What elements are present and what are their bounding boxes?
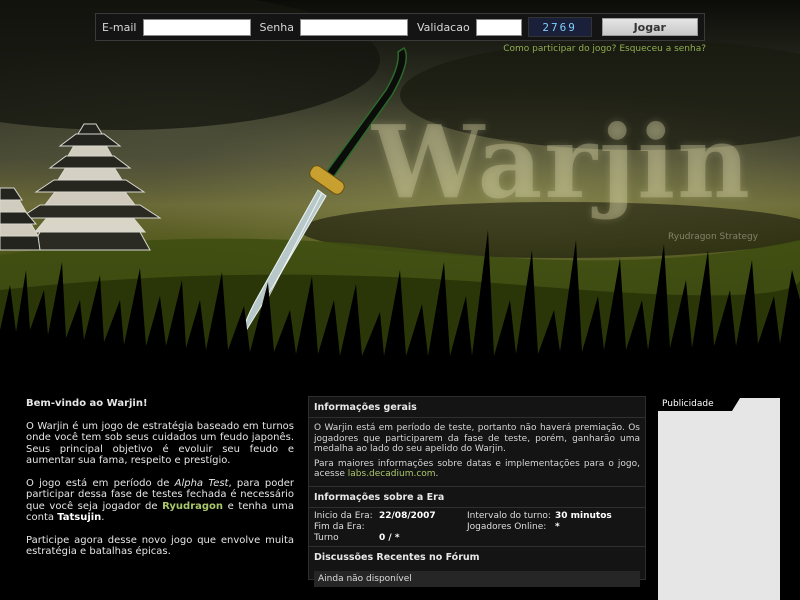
era-start-label: Inicio da Era: (314, 510, 373, 521)
general-info-paragraph-2: Para maiores informações sobre datas e i… (314, 458, 640, 480)
info-panel: Informações gerais O Warjin está em perí… (308, 396, 646, 587)
validation-label: Validacao (416, 20, 470, 34)
era-end-label: Fim da Era: (314, 521, 365, 532)
validation-input[interactable] (475, 18, 522, 36)
password-input[interactable] (299, 18, 408, 36)
hero-banner: Warjin Ryudragon Strategy (0, 0, 800, 395)
general-info-title: Informações gerais (309, 397, 645, 418)
captcha-image: 2769 (527, 17, 592, 37)
forum-empty-message: Ainda não disponível (314, 570, 640, 587)
labs-link[interactable]: labs.decadium.com (348, 469, 436, 479)
forgot-password-link[interactable]: Esqueceu a senha? (619, 44, 706, 54)
password-label: Senha (259, 20, 294, 34)
welcome-section: Bem-vindo ao Warjin! O Warjin é um jogo … (26, 398, 294, 569)
turn-interval-label: Intervalo do turno: (467, 510, 551, 521)
turn-interval-value: 30 minutos (555, 510, 612, 521)
banner-tagline: Ryudragon Strategy (668, 232, 759, 242)
welcome-paragraph-1: O Warjin é um jogo de estratégia baseado… (26, 420, 294, 467)
email-input[interactable] (142, 18, 251, 36)
help-links: Como participar do jogo? Esqueceu a senh… (503, 44, 706, 54)
forum-title: Discussões Recentes no Fórum (314, 551, 480, 563)
email-label: E-mail (102, 20, 137, 34)
castle-illustration (0, 123, 162, 251)
general-info-paragraph-1: O Warjin está em período de teste, porta… (314, 423, 640, 454)
era-info-grid: Inicio da Era: 22/08/2007 Intervalo do t… (309, 508, 645, 547)
advertisement-tab-edge (732, 398, 740, 411)
ryudragon-text: Ryudragon (162, 500, 224, 512)
advertisement-box: Publicidade (658, 398, 780, 600)
welcome-paragraph-2: O jogo está em período de Alpha Test, pa… (26, 477, 294, 524)
warjin-logo: Warjin (372, 103, 752, 221)
turn-label: Turno (314, 532, 339, 543)
tatsujin-text: Tatsujin (57, 512, 102, 523)
players-online-value: * (555, 521, 560, 532)
welcome-paragraph-3: Participe agora desse novo jogo que envo… (26, 534, 294, 558)
welcome-title: Bem-vindo ao Warjin! (26, 398, 148, 409)
turn-value: 0 / * (379, 532, 400, 543)
advertisement-label: Publicidade (658, 398, 732, 411)
how-to-join-link[interactable]: Como participar do jogo? (503, 44, 616, 54)
play-button[interactable]: Jogar (601, 18, 698, 36)
players-online-label: Jogadores Online: (467, 521, 547, 532)
era-start-value: 22/08/2007 (379, 510, 436, 521)
general-info-body: O Warjin está em período de teste, porta… (309, 418, 645, 487)
login-form: E-mail Senha Validacao 2769 Jogar (95, 13, 705, 41)
alpha-test-text: Alpha Test (174, 477, 229, 489)
era-info-title: Informações sobre a Era (309, 487, 645, 508)
era-end-value (379, 522, 467, 532)
